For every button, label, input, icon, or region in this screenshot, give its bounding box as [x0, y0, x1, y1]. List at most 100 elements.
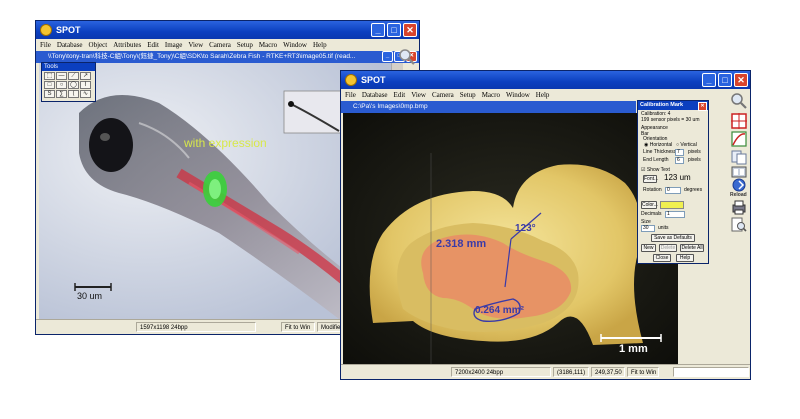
tool-text[interactable]: ⌇	[80, 81, 91, 89]
spot-app-icon-right	[345, 74, 357, 86]
rmenu-setup[interactable]: Setup	[460, 91, 476, 99]
left-document-title: \\Tony\tony-tran\科技-C組\Tony\(鈺捷_Tony)\C組…	[48, 53, 356, 60]
left-window-titlebar[interactable]: SPOT _ □ ✕	[36, 21, 419, 39]
rmenu-file[interactable]: File	[345, 91, 356, 99]
end-length-label: End Length	[643, 157, 669, 163]
print-icon[interactable]	[730, 198, 748, 216]
angle-measurement[interactable]: 123°	[515, 223, 536, 234]
maximize-button[interactable]: □	[387, 23, 401, 37]
right-close-button[interactable]: ✕	[734, 73, 748, 87]
close-dialog-button[interactable]: Close	[653, 254, 671, 262]
tool-circle[interactable]: ◯	[68, 81, 79, 89]
horizontal-radio[interactable]: ◉ Horizontal	[644, 142, 672, 148]
decimals-select[interactable]: 1	[665, 211, 685, 218]
minimize-button[interactable]: _	[371, 23, 385, 37]
zoom-icon[interactable]	[730, 92, 748, 110]
right-statusbar: 7200x2400 24bpp (3186,111) 249,37,50 Fit…	[341, 364, 750, 379]
right-maximize-button[interactable]: □	[718, 73, 732, 87]
tool-curve[interactable]: ∿	[80, 90, 91, 98]
save-defaults-button[interactable]: Save as Defaults	[651, 234, 695, 242]
rmenu-window[interactable]: Window	[506, 91, 530, 99]
tool-line[interactable]: —	[56, 72, 67, 80]
units-label: units	[658, 225, 669, 231]
menu-file[interactable]: File	[40, 41, 51, 49]
font-button[interactable]: Font...	[643, 175, 658, 183]
spot-app-icon	[40, 24, 52, 36]
tool-rectangle[interactable]: □	[44, 81, 55, 89]
calibration-ratio: 199 sensor pixels = 30 um	[641, 117, 700, 123]
length-measurement[interactable]: 2.318 mm	[436, 238, 486, 250]
expression-annotation[interactable]: with expression	[184, 136, 267, 150]
area-measurement[interactable]: 0.264 mm²	[475, 305, 524, 316]
left-status-fit: Fit to Win	[281, 322, 315, 332]
menu-image[interactable]: Image	[165, 41, 183, 49]
menu-window[interactable]: Window	[283, 41, 307, 49]
rmenu-macro[interactable]: Macro	[482, 91, 500, 99]
end-length-input[interactable]: 6	[675, 157, 684, 164]
rmenu-edit[interactable]: Edit	[394, 91, 406, 99]
page-zoom-icon[interactable]	[730, 216, 748, 234]
rmenu-camera[interactable]: Camera	[432, 91, 454, 99]
menu-edit[interactable]: Edit	[147, 41, 159, 49]
color-swatch[interactable]	[660, 201, 684, 209]
new-button[interactable]: New	[641, 244, 656, 252]
specimen-image-canvas[interactable]: 2.318 mm 123° 0.264 mm² 1 mm	[343, 113, 678, 365]
rotation-input[interactable]: 0	[665, 187, 681, 194]
menu-object[interactable]: Object	[89, 41, 108, 49]
rmenu-help[interactable]: Help	[536, 91, 550, 99]
right-window-titlebar[interactable]: SPOT _ □ ✕	[341, 71, 750, 89]
delete-all-button[interactable]: Delete All	[680, 244, 704, 252]
font-preview: 123 um	[664, 173, 691, 182]
color-button[interactable]: Color...	[641, 201, 658, 209]
menu-camera[interactable]: Camera	[209, 41, 231, 49]
calibration-mark-dialog: Calibration Mark ✕ Calibration: 4 199 se…	[637, 100, 709, 264]
menu-attributes[interactable]: Attributes	[113, 41, 141, 49]
left-status-size: 1597x1198 24bpp	[136, 322, 256, 332]
curve-icon[interactable]	[730, 130, 748, 148]
tool-sum[interactable]: ∑	[56, 90, 67, 98]
menu-setup[interactable]: Setup	[237, 41, 253, 49]
degrees-label: degrees	[684, 187, 703, 193]
tool-polyline[interactable]: ⟨	[68, 90, 79, 98]
menu-view[interactable]: View	[188, 41, 203, 49]
tool-select[interactable]: ⬚	[44, 72, 55, 80]
tool-ellipse[interactable]: ○	[56, 81, 67, 89]
menu-database[interactable]: Database	[57, 41, 83, 49]
tools-palette[interactable]: Tools ⬚ — ⟋ ↗ □ ○ ◯ ⌇ S ∑ ⟨ ∿	[41, 62, 96, 102]
right-status-dropdown[interactable]	[673, 367, 749, 377]
right-minimize-button[interactable]: _	[702, 73, 716, 87]
rotation-label: Rotation	[643, 187, 662, 193]
scale-label-30um: 30 um	[77, 291, 103, 301]
tools-grid: ⬚ — ⟋ ↗ □ ○ ◯ ⌇ S ∑ ⟨ ∿	[42, 71, 95, 99]
horizontal-label: Horizontal	[649, 142, 673, 148]
size-input[interactable]: 30	[641, 225, 655, 232]
rmenu-database[interactable]: Database	[362, 91, 388, 99]
calibration-close-icon[interactable]: ✕	[698, 102, 707, 111]
tool-arrow[interactable]: ↗	[80, 72, 91, 80]
right-status-size: 7200x2400 24bpp	[451, 367, 551, 377]
crosshair-icon[interactable]	[730, 112, 748, 130]
doc-minimize-button[interactable]: _	[382, 51, 393, 62]
line-thickness-input[interactable]: 7	[675, 149, 684, 156]
specimen-image	[343, 113, 678, 365]
decimals-label: Decimals	[641, 211, 662, 217]
line-thickness-pixels: pixels	[688, 149, 701, 155]
tool-angle[interactable]: ⟋	[68, 72, 79, 80]
tools-palette-title: Tools	[42, 63, 95, 71]
magnifier-icon[interactable]	[398, 48, 416, 66]
calibration-dialog-titlebar[interactable]: Calibration Mark ✕	[638, 101, 708, 111]
menu-help[interactable]: Help	[313, 41, 327, 49]
rmenu-view[interactable]: View	[411, 91, 426, 99]
vertical-label: Vertical	[680, 142, 697, 148]
close-button[interactable]: ✕	[403, 23, 417, 37]
right-window-title: SPOT	[361, 75, 386, 85]
right-status-coords: (3186,111)	[553, 367, 589, 377]
tool-freehand[interactable]: S	[44, 90, 55, 98]
left-menubar: File Database Object Attributes Edit Image Vie…	[36, 39, 419, 51]
scale-label-1mm: 1 mm	[619, 343, 648, 355]
help-button[interactable]: Help	[676, 254, 694, 262]
delete-button[interactable]: Delete	[659, 244, 677, 252]
right-document-titlebar[interactable]: C:\Pa\'s Images\0mp.bmp	[341, 101, 636, 113]
vertical-radio[interactable]: ○ Vertical	[676, 142, 697, 148]
menu-macro[interactable]: Macro	[259, 41, 277, 49]
